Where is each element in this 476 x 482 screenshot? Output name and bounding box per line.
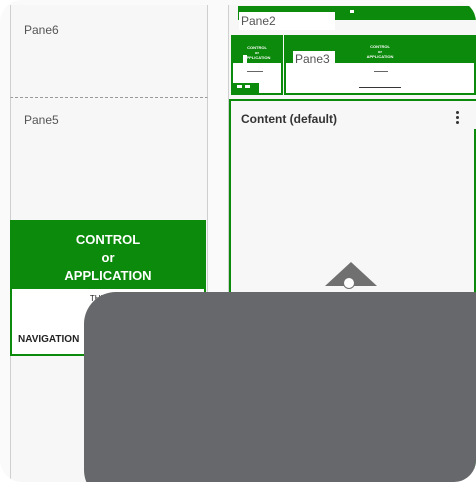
pane2-label: Pane2 [239, 12, 335, 30]
pane6[interactable]: Pane6 [10, 5, 208, 97]
control-card-header: CONTROL or APPLICATION [12, 222, 204, 289]
mini-control-card-left[interactable]: CONTROL or APPLICATION [231, 35, 283, 95]
mini-left-marker [243, 55, 247, 64]
control-title-line3: APPLICATION [64, 268, 152, 283]
pane2-header-mark [350, 10, 354, 13]
mini-left-footer-bar [233, 83, 259, 93]
mini-right-tiny-text-placeholder: ▬▬▬▬▬▬▬▬▬▬▬▬▬▬ [359, 85, 401, 89]
content-title: Content (default) [241, 112, 337, 126]
navigation-circle-icon [343, 277, 355, 289]
control-title-line1: CONTROL [75, 232, 141, 247]
mini-left-title-line3: APPLICATION [243, 55, 271, 60]
control-title-line2: or [101, 250, 115, 265]
pane3-label: Pane3 [293, 51, 335, 67]
navigation-label: NAVIGATION [18, 334, 80, 345]
overlay-card [84, 292, 476, 482]
pane6-label: Pane6 [24, 23, 59, 37]
pane5-label: Pane5 [24, 113, 59, 127]
mini-left-divider [247, 71, 263, 72]
mini-right-divider [374, 71, 388, 72]
mini-left-header: CONTROL or APPLICATION [233, 37, 281, 63]
kebab-menu-icon[interactable] [454, 111, 460, 127]
screenshot-frame: Pane6 Pane5 CONTROL or APPLICATION THIS … [0, 0, 476, 482]
mini-left-footer-mark [245, 85, 250, 88]
mini-left-footer-mark [237, 85, 242, 88]
